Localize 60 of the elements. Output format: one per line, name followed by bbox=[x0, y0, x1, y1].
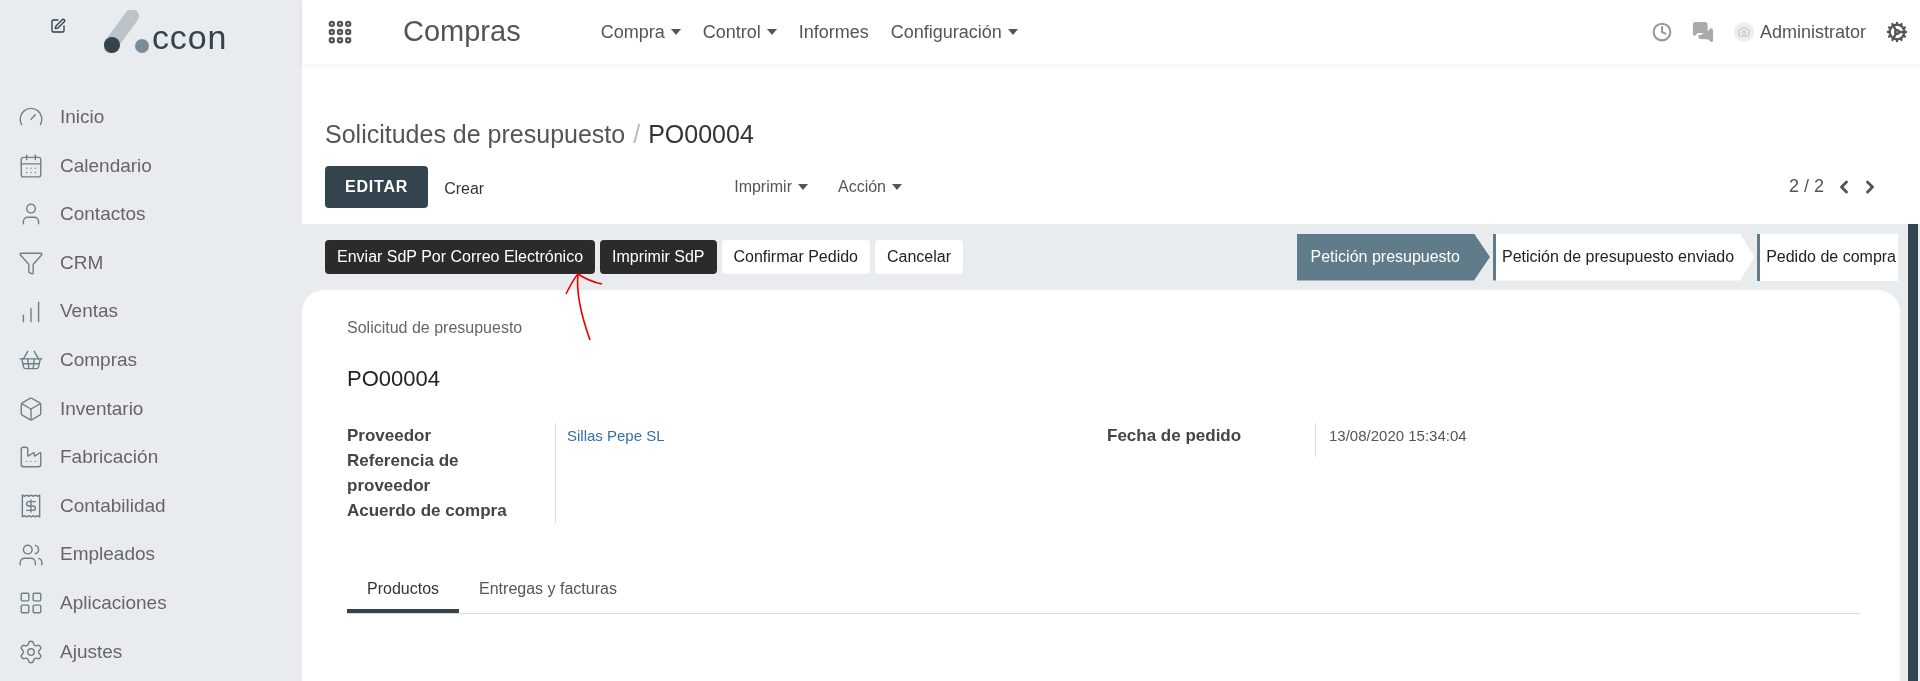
edit-button[interactable]: EDITAR bbox=[325, 165, 429, 208]
user-name[interactable]: Administrator bbox=[1759, 18, 1866, 46]
sidebar-item[interactable]: Ajustes bbox=[0, 627, 302, 677]
status-stage[interactable]: Petición de presupuesto enviado bbox=[1492, 233, 1755, 281]
caret-icon bbox=[1007, 29, 1018, 35]
apps-menu-icon[interactable] bbox=[326, 18, 354, 46]
sidebar-item[interactable]: Empleados bbox=[0, 530, 302, 579]
sidebar-item[interactable]: CRM bbox=[0, 238, 302, 288]
menu-item[interactable]: Informes bbox=[798, 18, 869, 46]
status-stage[interactable]: Petición presupuesto bbox=[1296, 233, 1490, 281]
sidebar-item[interactable]: Contabilidad bbox=[0, 481, 302, 531]
create-button[interactable]: Crear bbox=[444, 176, 485, 201]
sidebar-item[interactable]: Calendario bbox=[0, 141, 302, 191]
box-icon bbox=[18, 395, 44, 422]
scrollbar-thumb[interactable] bbox=[1908, 224, 1918, 681]
dropdown-button[interactable]: Acción bbox=[837, 174, 902, 199]
sidebar-item[interactable]: Ventas bbox=[0, 287, 302, 336]
settings-icon bbox=[18, 638, 44, 665]
caret-icon bbox=[892, 183, 902, 190]
pager-text: 2 / 2 bbox=[1788, 175, 1824, 198]
app-title: Compras bbox=[403, 14, 521, 50]
breadcrumb-current: PO00004 bbox=[648, 119, 754, 150]
menu-item[interactable]: Configuración bbox=[890, 18, 1018, 46]
field-label: Fecha de pedido bbox=[1107, 425, 1243, 447]
sidebar-item[interactable]: Inventario bbox=[0, 384, 302, 434]
menu-item[interactable]: Control bbox=[702, 18, 777, 46]
form-tab[interactable]: Entregas y facturas bbox=[459, 569, 637, 613]
breadcrumb-link[interactable]: Solicitudes de presupuesto bbox=[325, 116, 626, 154]
field-link[interactable]: Sillas Pepe SL bbox=[567, 423, 665, 448]
caret-icon bbox=[766, 29, 777, 35]
sidebar-item[interactable]: Aplicaciones bbox=[0, 578, 302, 628]
settings-icon[interactable] bbox=[1886, 21, 1908, 43]
status-stage[interactable]: Pedido de compra bbox=[1757, 233, 1898, 281]
field-label: Proveedor bbox=[347, 425, 433, 447]
action-button[interactable]: Cancelar bbox=[875, 240, 964, 274]
clock-icon[interactable] bbox=[1651, 22, 1672, 42]
logo-mark-icon bbox=[104, 10, 150, 54]
field-label: Referencia de proveedor bbox=[347, 450, 460, 497]
form-tab[interactable]: Productos bbox=[347, 569, 460, 613]
sidebar-item[interactable]: Compras bbox=[0, 335, 302, 385]
field-value: 13/08/2020 15:34:04 bbox=[1329, 426, 1467, 446]
action-button[interactable]: Confirmar Pedido bbox=[721, 240, 870, 274]
sidebar-item[interactable]: Contactos bbox=[0, 190, 302, 239]
form-subtitle: Solicitud de presupuesto bbox=[347, 318, 524, 338]
breadcrumb-separator: / bbox=[633, 119, 641, 150]
camera-icon bbox=[1737, 26, 1750, 38]
action-button[interactable]: Imprimir SdP bbox=[600, 240, 717, 274]
field-label: Acuerdo de compra bbox=[347, 500, 508, 522]
filter-icon bbox=[18, 250, 44, 277]
caret-icon bbox=[670, 29, 681, 35]
logo-text: ccon bbox=[152, 20, 228, 54]
edit-icon[interactable] bbox=[50, 18, 66, 34]
menu-item[interactable]: Compra bbox=[600, 18, 681, 46]
sidebar-item[interactable]: Fabricación bbox=[0, 433, 302, 482]
sidebar-item[interactable]: Inicio bbox=[0, 93, 302, 142]
dropdown-button[interactable]: Imprimir bbox=[734, 174, 808, 199]
record-name: PO00004 bbox=[347, 365, 441, 393]
calendar-icon bbox=[18, 152, 44, 179]
action-button[interactable]: Enviar SdP Por Correo Electrónico bbox=[325, 240, 596, 274]
caret-icon bbox=[797, 183, 808, 190]
